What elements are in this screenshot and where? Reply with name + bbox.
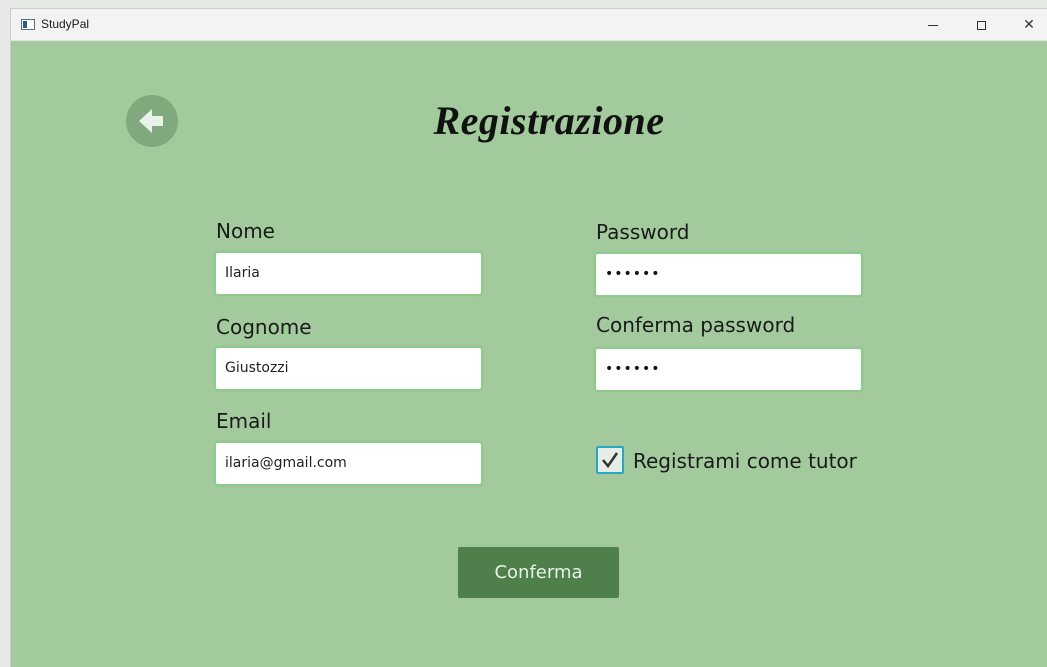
window-title: StudyPal — [41, 17, 90, 31]
maximize-button[interactable] — [958, 9, 1004, 41]
confirm-button[interactable]: Conferma — [458, 547, 619, 598]
tutor-checkbox[interactable] — [596, 446, 624, 474]
password-label: Password — [596, 220, 690, 244]
minimize-icon — [928, 24, 938, 26]
nome-input[interactable]: Ilaria — [215, 252, 482, 295]
email-input[interactable]: ilaria@gmail.com — [215, 442, 482, 485]
conferma-password-input[interactable]: •••••• — [595, 348, 862, 391]
minimize-button[interactable] — [910, 9, 956, 41]
title-bar: StudyPal ✕ — [11, 9, 1047, 41]
nome-label: Nome — [216, 219, 275, 243]
close-icon: ✕ — [1023, 17, 1035, 33]
email-label: Email — [216, 409, 272, 433]
close-button[interactable]: ✕ — [1006, 9, 1047, 41]
password-input[interactable]: •••••• — [595, 253, 862, 296]
cognome-input[interactable]: Giustozzi — [215, 347, 482, 390]
tutor-checkbox-label[interactable]: Registrami come tutor — [633, 449, 857, 473]
page-title: Registrazione — [433, 98, 665, 143]
conferma-password-label: Conferma password — [596, 313, 796, 337]
checkmark-icon — [602, 452, 619, 469]
cognome-label: Cognome — [216, 315, 312, 339]
maximize-icon — [976, 20, 986, 30]
app-icon — [21, 19, 35, 30]
app-window: StudyPal ✕ Registrazione Nome Ilaria Cog… — [10, 8, 1047, 667]
